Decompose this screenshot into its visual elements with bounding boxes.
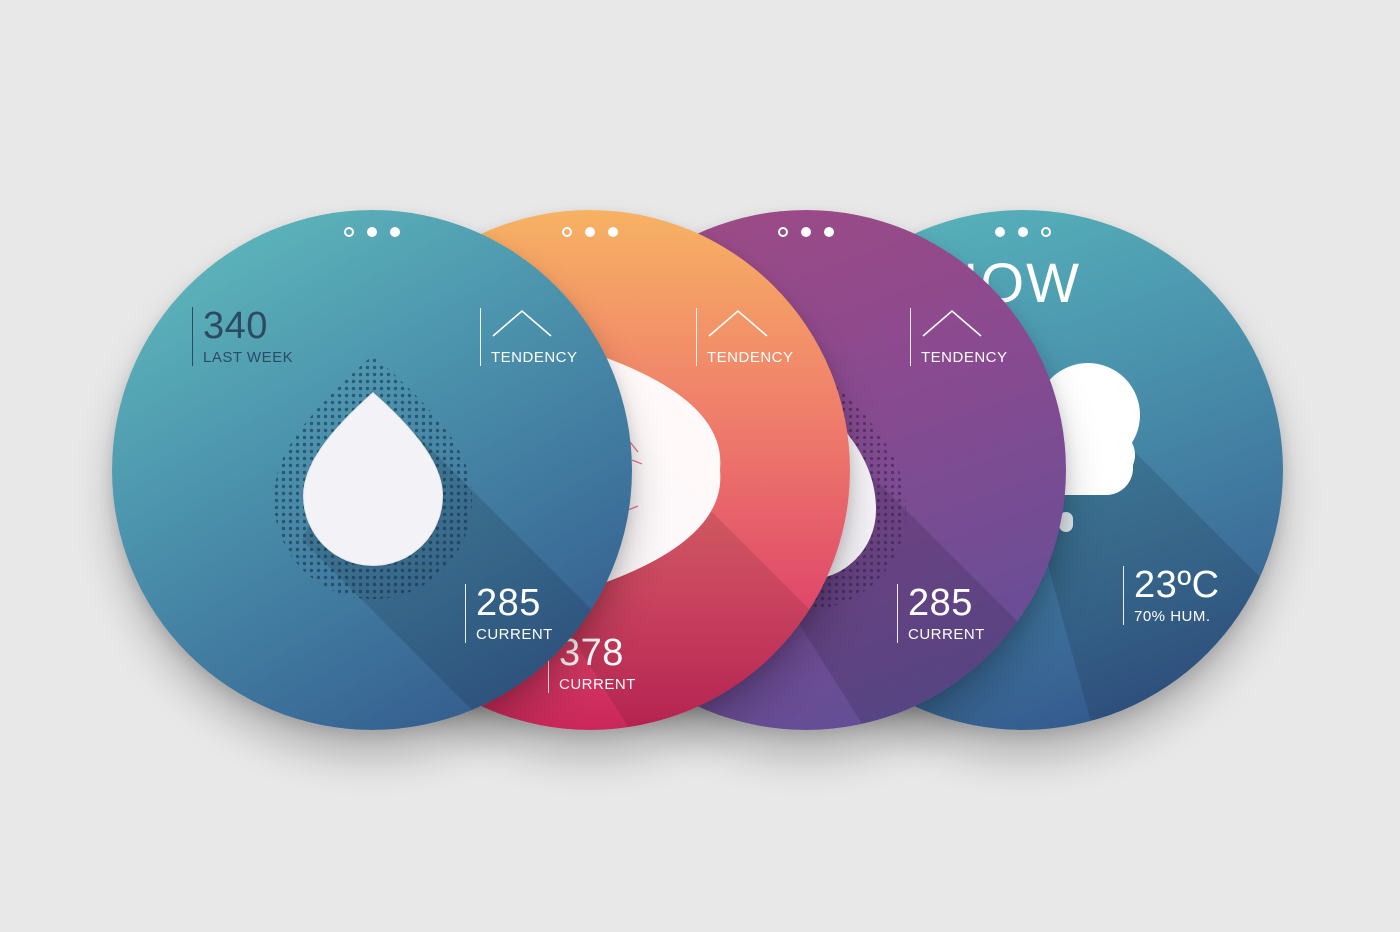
humidity-label: 70% HUM. — [1134, 608, 1211, 625]
current-metric: 285 CURRENT — [465, 584, 553, 643]
current-label: CURRENT — [476, 626, 553, 643]
temperature-metric: 23ºC 70% HUM. — [1123, 566, 1220, 625]
chevron-up-icon — [708, 309, 768, 337]
last-week-metric: 340 LAST WEEK — [192, 307, 293, 366]
last-week-label: LAST WEEK — [203, 349, 294, 366]
tendency-label: TENDENCY — [921, 349, 1008, 366]
water-drop-icon — [274, 355, 632, 730]
tendency-indicator[interactable]: TENDENCY — [480, 308, 577, 366]
current-metric: 285 CURRENT — [897, 584, 985, 643]
chevron-up-icon — [922, 309, 982, 337]
watch-face-water[interactable]: 340 LAST WEEK TENDENCY 285 CURRENT — [112, 210, 632, 730]
watch-faces-stage: IOW 23ºC 70% HUM. TENDENCY 285 CURRENT T… — [0, 0, 1400, 932]
tendency-label: TENDENCY — [707, 349, 794, 366]
tendency-label: TENDENCY — [491, 349, 578, 366]
last-week-value: 340 — [203, 305, 268, 347]
current-label: CURRENT — [908, 626, 985, 643]
tendency-indicator[interactable]: TENDENCY — [910, 308, 1007, 366]
temperature-value: 23ºC — [1134, 564, 1220, 606]
current-value: 285 — [476, 582, 541, 624]
chevron-up-icon — [492, 309, 552, 337]
tendency-indicator[interactable]: TENDENCY — [696, 308, 793, 366]
current-value: 285 — [908, 582, 973, 624]
